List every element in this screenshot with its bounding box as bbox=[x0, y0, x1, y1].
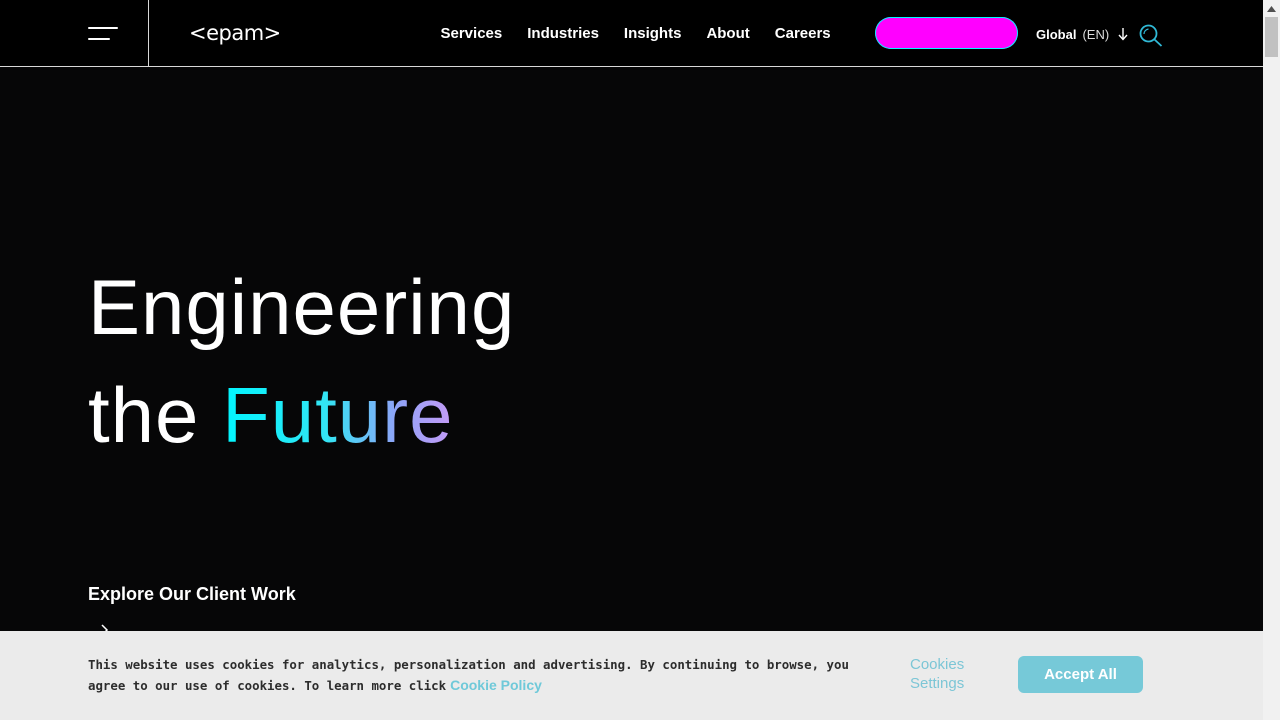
cookie-banner: This website uses cookies for analytics,… bbox=[0, 631, 1263, 720]
main-nav: Services Industries Insights About Caree… bbox=[428, 0, 843, 67]
nav-industries[interactable]: Industries bbox=[515, 25, 612, 42]
locale-label: Global bbox=[1036, 26, 1077, 42]
cookie-policy-link[interactable]: Cookie Policy bbox=[450, 677, 542, 693]
nav-about[interactable]: About bbox=[694, 25, 762, 42]
arrow-down-icon bbox=[1118, 28, 1128, 41]
nav-insights[interactable]: Insights bbox=[611, 25, 694, 42]
scroll-up-arrow-icon[interactable] bbox=[1263, 0, 1280, 17]
scrollbar-thumb[interactable] bbox=[1265, 17, 1278, 57]
cookies-settings-button[interactable]: Cookies Settings bbox=[910, 655, 990, 693]
hamburger-icon-bottom bbox=[88, 38, 110, 40]
page: <epam> Services Industries Insights Abou… bbox=[0, 0, 1263, 720]
hero-line-2-prefix: the bbox=[88, 371, 223, 459]
hero-title: Engineering the Future bbox=[88, 253, 515, 469]
locale-selector[interactable]: Global (EN) bbox=[1036, 25, 1129, 43]
locale-lang: (EN) bbox=[1082, 26, 1110, 42]
hero-line-2: the Future bbox=[88, 361, 515, 469]
site-header: <epam> Services Industries Insights Abou… bbox=[0, 0, 1263, 67]
search-icon[interactable] bbox=[1138, 23, 1164, 47]
epam-logo[interactable]: <epam> bbox=[189, 20, 281, 46]
cta-button[interactable] bbox=[875, 17, 1018, 49]
nav-services[interactable]: Services bbox=[428, 25, 515, 42]
hero-accent-word: Future bbox=[222, 371, 454, 459]
accept-all-button[interactable]: Accept All bbox=[1018, 656, 1143, 693]
menu-button[interactable] bbox=[0, 0, 149, 67]
cookie-message: This website uses cookies for analytics,… bbox=[88, 655, 868, 696]
nav-careers[interactable]: Careers bbox=[762, 25, 843, 42]
hamburger-icon-top bbox=[88, 27, 118, 29]
hero-line-1: Engineering bbox=[88, 263, 516, 351]
scrollbar[interactable] bbox=[1263, 0, 1280, 720]
explore-client-work-link[interactable]: Explore Our Client Work bbox=[88, 584, 296, 605]
